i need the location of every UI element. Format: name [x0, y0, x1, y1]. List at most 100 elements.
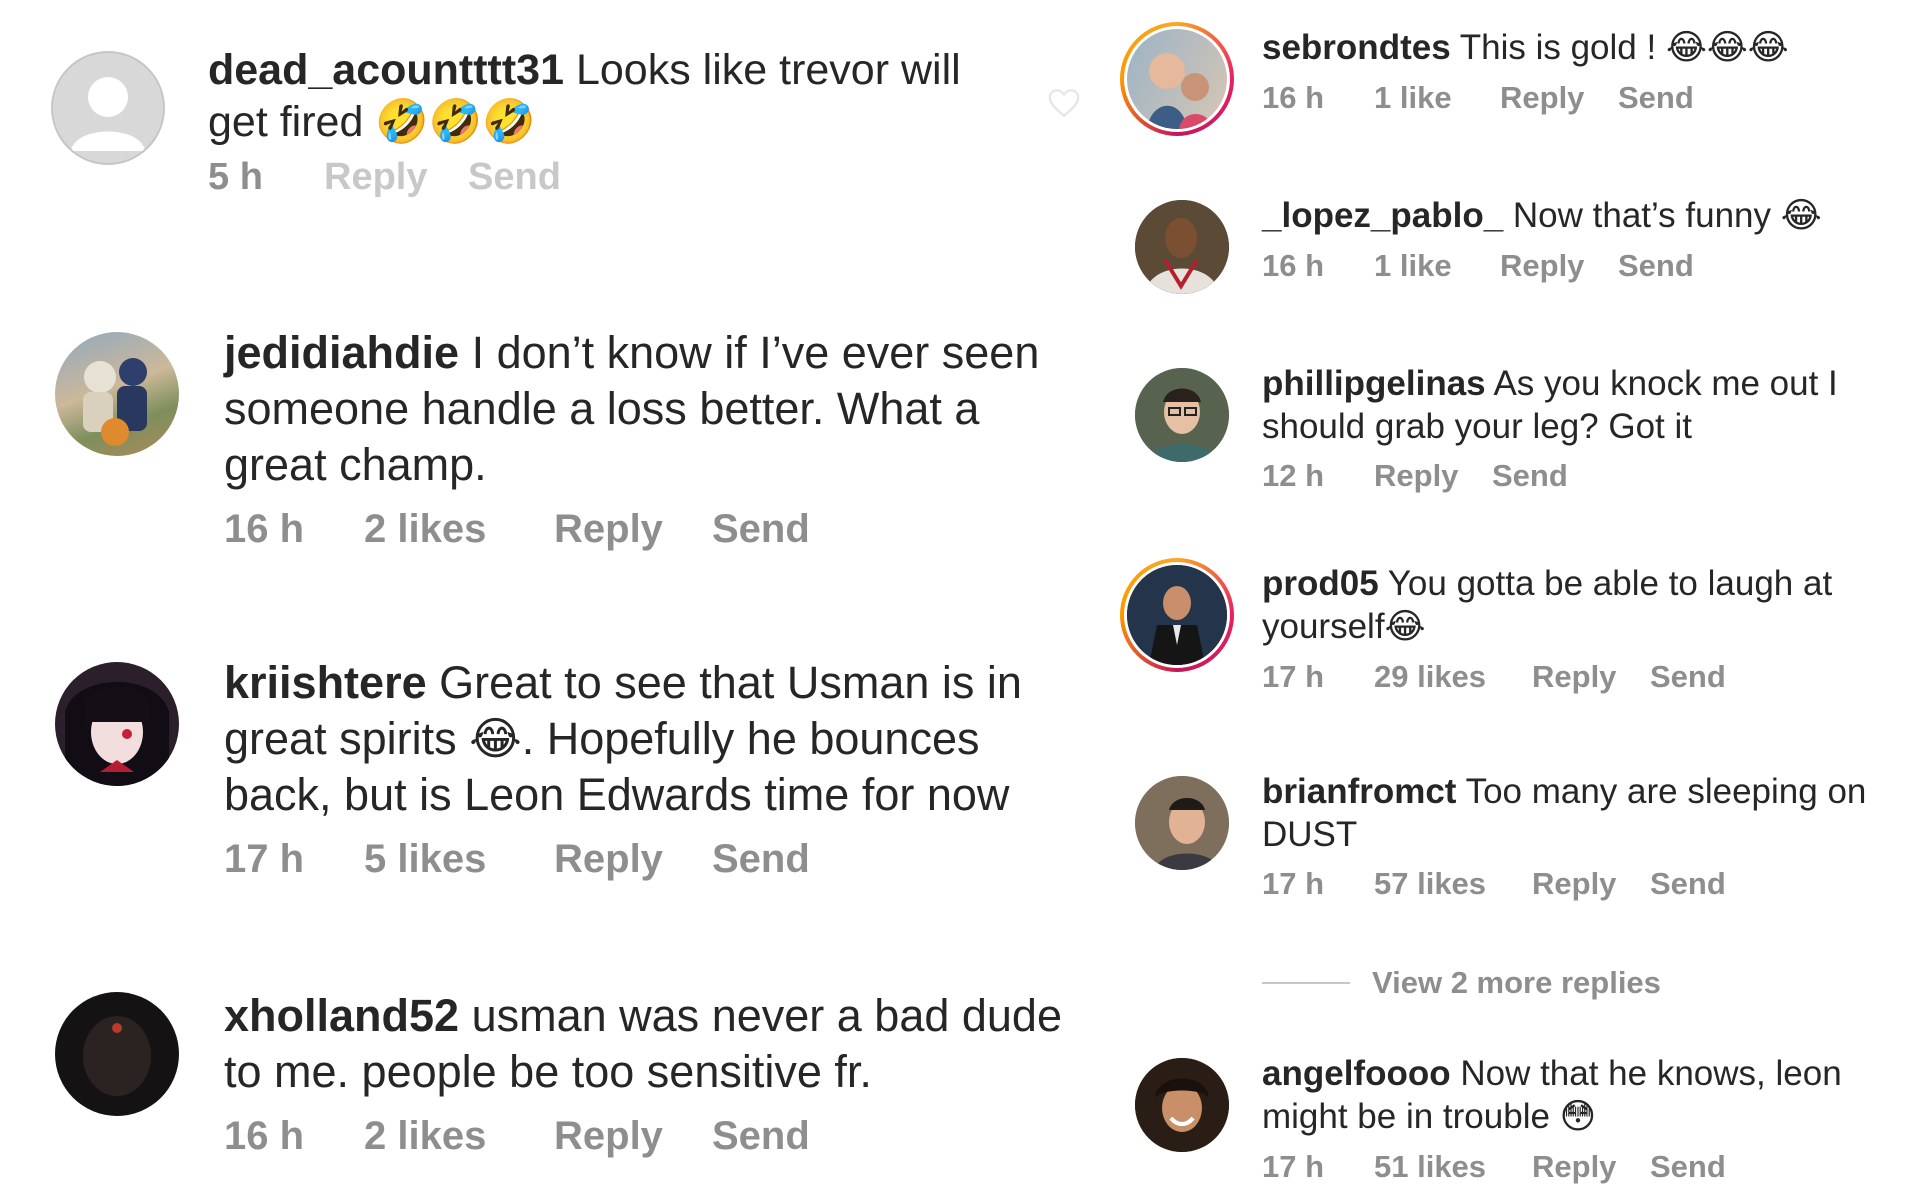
avatar-picture — [1127, 565, 1227, 665]
comment-username[interactable]: kriishtere — [224, 657, 427, 708]
avatar-photo — [83, 358, 147, 446]
default-avatar[interactable] — [51, 51, 165, 165]
comment-username[interactable]: xholland52 — [224, 990, 459, 1041]
avatar-photo — [1135, 200, 1229, 294]
comment-meta: 17 h 5 likes Reply Send — [224, 837, 1084, 882]
comment-text: prod05 You gotta be able to laugh at you… — [1262, 562, 1882, 649]
reply-button[interactable]: Reply — [554, 1114, 712, 1159]
user-avatar-story-ring[interactable] — [1120, 22, 1234, 136]
send-button[interactable]: Send — [1650, 1149, 1726, 1185]
heart-icon[interactable] — [1047, 86, 1081, 120]
avatar-photo — [1135, 1058, 1229, 1152]
comment-emoji: 😂 — [469, 712, 522, 765]
send-button[interactable]: Send — [1650, 659, 1726, 695]
send-button[interactable]: Send — [1618, 248, 1694, 284]
comment-likes[interactable]: 51 likes — [1374, 1149, 1532, 1185]
comment-time: 16 h — [224, 507, 305, 551]
comment-emoji: 😂 — [1780, 196, 1822, 236]
comment-username[interactable]: sebrondtes — [1262, 28, 1451, 67]
comment-emoji: 🤣🤣🤣 — [375, 97, 536, 147]
reply-button[interactable]: Reply — [1374, 458, 1492, 494]
avatar-photo — [1124, 26, 1230, 132]
avatar-picture — [1147, 53, 1213, 129]
user-avatar[interactable] — [1135, 1058, 1229, 1152]
avatar-photo — [65, 682, 169, 786]
comment-time: 12 h — [1262, 458, 1325, 493]
person-silhouette-icon — [71, 77, 145, 151]
comment-meta: 17 h 51 likes Reply Send — [1262, 1149, 1882, 1185]
comment-meta: 12 h Reply Send — [1262, 458, 1882, 494]
comment-username[interactable]: dead_acountttt31 — [208, 46, 564, 94]
reply-button[interactable]: Reply — [554, 837, 712, 882]
comment-username[interactable]: phillipgelinas — [1262, 364, 1486, 403]
comment-username[interactable]: jedidiahdie — [224, 327, 459, 378]
send-button[interactable]: Send — [1618, 80, 1694, 116]
reply-button[interactable]: Reply — [1532, 866, 1650, 902]
comment-likes[interactable]: 2 likes — [364, 1114, 554, 1159]
send-button[interactable]: Send — [1492, 458, 1568, 494]
comment-time: 16 h — [1262, 248, 1325, 283]
user-avatar-story-ring[interactable] — [1120, 558, 1234, 672]
view-more-label[interactable]: View 2 more replies — [1372, 965, 1661, 1001]
send-button[interactable]: Send — [468, 156, 561, 199]
user-avatar[interactable] — [55, 992, 179, 1116]
send-button[interactable]: Send — [712, 507, 810, 552]
comment-text: phillipgelinas As you knock me out I sho… — [1262, 362, 1882, 448]
comment-meta: 16 h 1 like Reply Send — [1262, 80, 1882, 116]
comment-time: 16 h — [224, 1114, 305, 1158]
comment-time: 16 h — [1262, 80, 1325, 115]
user-avatar[interactable] — [1135, 368, 1229, 462]
view-more-replies[interactable]: View 2 more replies — [1262, 965, 1661, 1001]
comment-time: 17 h — [224, 837, 305, 881]
comment-text: xholland52 usman was never a bad dude to… — [224, 988, 1084, 1100]
comment-emoji: 😂 — [1384, 607, 1426, 647]
comment-time: 17 h — [1262, 866, 1325, 901]
comment-text: _lopez_pablo_ Now that’s funny 😂 — [1262, 194, 1882, 238]
reply-button[interactable]: Reply — [1532, 659, 1650, 695]
user-avatar[interactable] — [1135, 200, 1229, 294]
user-avatar[interactable] — [55, 332, 179, 456]
avatar-photo — [1124, 562, 1230, 668]
comment-time: 17 h — [1262, 659, 1325, 694]
comment-username[interactable]: brianfromct — [1262, 772, 1456, 811]
comment-meta: 16 h 2 likes Reply Send — [224, 507, 1084, 552]
comment-text: jedidiahdie I don’t know if I’ve ever se… — [224, 325, 1084, 493]
comment-username[interactable]: _lopez_pablo_ — [1262, 196, 1503, 235]
comment-emoji: 😳 — [1559, 1097, 1597, 1137]
comment-username[interactable]: prod05 — [1262, 564, 1379, 603]
reply-button[interactable]: Reply — [1500, 80, 1618, 116]
comment-username[interactable]: angelfoooo — [1262, 1054, 1451, 1093]
user-avatar[interactable] — [55, 662, 179, 786]
comment-likes[interactable]: 1 like — [1374, 248, 1500, 284]
comment-text: angelfoooo Now that he knows, leon might… — [1262, 1052, 1882, 1139]
divider — [1262, 982, 1350, 984]
reply-button[interactable]: Reply — [1500, 248, 1618, 284]
send-button[interactable]: Send — [712, 837, 810, 882]
comment-emoji: 😂😂😂 — [1665, 28, 1789, 68]
comment-meta: 5 h Reply Send — [208, 156, 1028, 199]
comment-meta: 17 h 57 likes Reply Send — [1262, 866, 1892, 902]
comment-likes[interactable]: 57 likes — [1374, 866, 1532, 902]
comment-meta: 16 h 1 like Reply Send — [1262, 248, 1882, 284]
comment-time: 17 h — [1262, 1149, 1325, 1184]
comment-likes[interactable]: 5 likes — [364, 837, 554, 882]
comment-meta: 16 h 2 likes Reply Send — [224, 1114, 1084, 1159]
comment-text: kriishtere Great to see that Usman is in… — [224, 655, 1084, 823]
comment-likes[interactable]: 1 like — [1374, 80, 1500, 116]
comment-text: dead_acountttt31 Looks like trevor will … — [208, 44, 1028, 148]
comment-message: This is gold ! — [1459, 28, 1666, 67]
comment-likes[interactable]: 2 likes — [364, 507, 554, 552]
reply-button[interactable]: Reply — [324, 156, 468, 199]
user-avatar[interactable] — [1135, 776, 1229, 870]
comment-message: Now that’s funny — [1512, 196, 1781, 235]
avatar-photo — [83, 1016, 151, 1096]
reply-button[interactable]: Reply — [1532, 1149, 1650, 1185]
comment-text: sebrondtes This is gold ! 😂😂😂 — [1262, 26, 1882, 70]
send-button[interactable]: Send — [712, 1114, 810, 1159]
send-button[interactable]: Send — [1650, 866, 1726, 902]
avatar-photo — [1135, 776, 1229, 870]
reply-button[interactable]: Reply — [554, 507, 712, 552]
avatar-photo — [1135, 368, 1229, 462]
comment-likes[interactable]: 29 likes — [1374, 659, 1532, 695]
comment-time: 5 h — [208, 156, 263, 198]
